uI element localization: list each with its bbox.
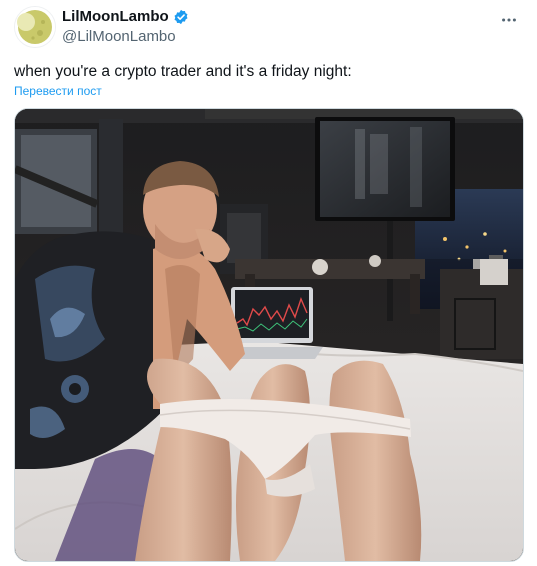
tweet-header: LilMoonLambo @LilMoonLambo: [14, 6, 523, 50]
tweet-media-photo[interactable]: [14, 108, 524, 562]
display-name-row: LilMoonLambo: [62, 8, 189, 26]
moon-avatar-icon: [15, 7, 55, 47]
author-block: LilMoonLambo @LilMoonLambo: [62, 8, 189, 47]
photo-illustration: [15, 109, 523, 561]
tweet-card: LilMoonLambo @LilMoonLambo when you're a…: [0, 0, 537, 566]
tweet-text: when you're a crypto trader and it's a f…: [14, 63, 352, 80]
more-horizontal-icon: [502, 18, 516, 22]
more-options-button[interactable]: [495, 6, 523, 34]
handle[interactable]: @LilMoonLambo: [62, 27, 189, 47]
translate-post-link[interactable]: Перевести пост: [14, 84, 102, 98]
avatar[interactable]: [14, 6, 56, 48]
display-name[interactable]: LilMoonLambo: [62, 8, 169, 26]
verified-badge-icon: [173, 9, 189, 25]
